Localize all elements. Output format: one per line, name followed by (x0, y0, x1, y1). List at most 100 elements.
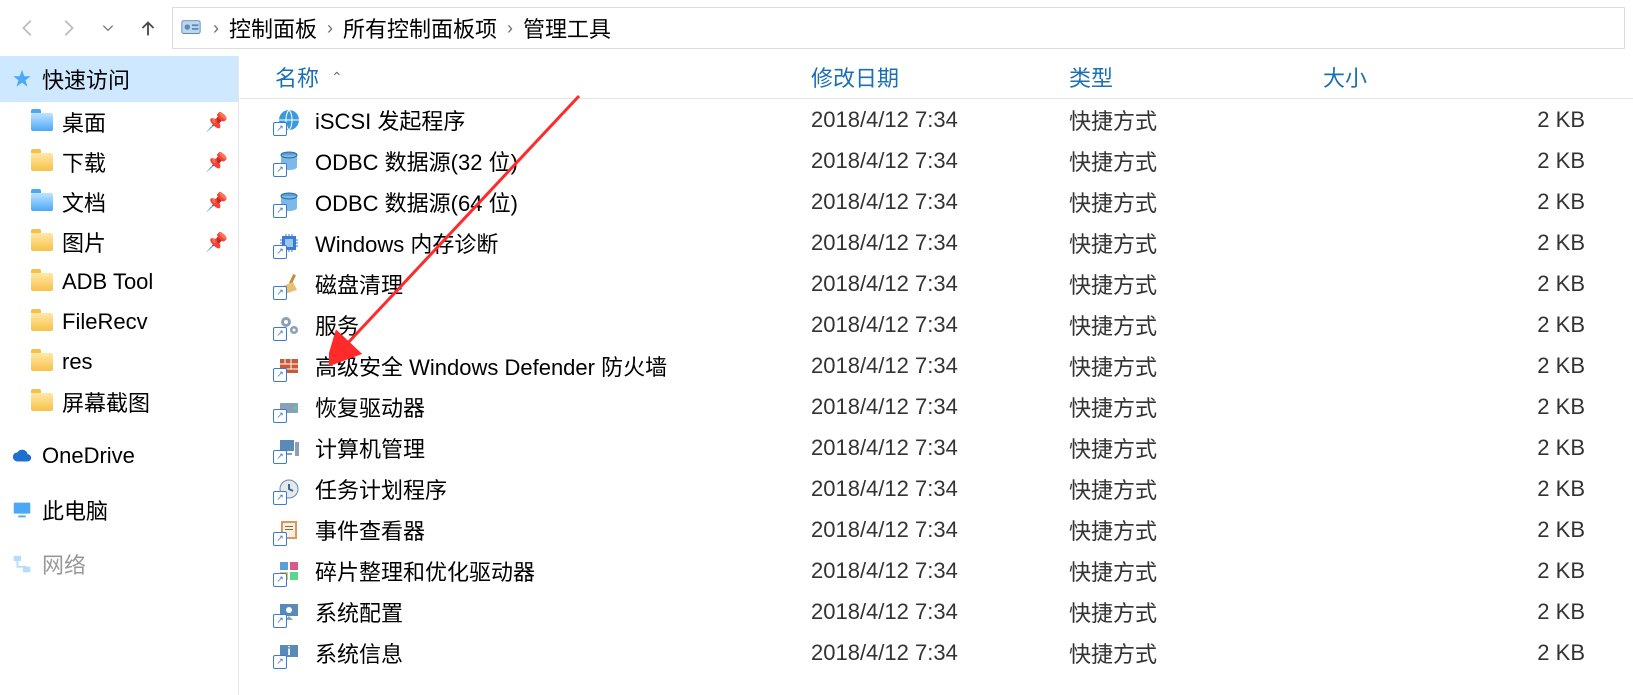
sort-indicator: ⌃ (331, 69, 343, 86)
db-icon: ↗ (275, 188, 303, 216)
cell-type: 快捷方式 (1069, 268, 1323, 300)
pin-icon: 📌 (206, 192, 228, 213)
nav-pinned-item[interactable]: 图片 📌 (0, 222, 238, 262)
folder-icon (30, 190, 54, 214)
cell-name: ↗ ODBC 数据源(64 位) (275, 186, 811, 218)
quick-access[interactable]: 快速访问 (0, 56, 238, 102)
column-name[interactable]: 名称 ⌃ (275, 61, 811, 93)
file-row[interactable]: ↗ ODBC 数据源(32 位) 2018/4/12 7:34 快捷方式 2 K… (239, 140, 1633, 181)
cell-type: 快捷方式 (1069, 104, 1323, 136)
cloud-icon (10, 444, 34, 468)
file-row[interactable]: ↗ 碎片整理和优化驱动器 2018/4/12 7:34 快捷方式 2 KB (239, 550, 1633, 591)
nav-label: 下载 (62, 146, 106, 178)
cell-name: i↗ 系统信息 (275, 637, 811, 669)
cell-size: 2 KB (1323, 517, 1633, 543)
file-row[interactable]: ↗ 高级安全 Windows Defender 防火墙 2018/4/12 7:… (239, 345, 1633, 386)
nav-recent-item[interactable]: 屏幕截图 (0, 382, 238, 422)
column-type[interactable]: 类型 (1069, 61, 1323, 93)
cell-size: 2 KB (1323, 476, 1633, 502)
cell-size: 2 KB (1323, 312, 1633, 338)
book-icon: ↗ (275, 516, 303, 544)
cell-date: 2018/4/12 7:34 (811, 312, 1069, 338)
control-panel-icon (179, 16, 203, 40)
file-row[interactable]: ↗ 任务计划程序 2018/4/12 7:34 快捷方式 2 KB (239, 468, 1633, 509)
cell-name: ↗ 恢复驱动器 (275, 391, 811, 423)
breadcrumb[interactable]: 控制面板 (229, 12, 317, 44)
file-name: 高级安全 Windows Defender 防火墙 (315, 350, 667, 382)
cell-type: 快捷方式 (1069, 350, 1323, 382)
arrow-right-icon (57, 17, 79, 39)
this-pc[interactable]: 此电脑 (0, 490, 238, 530)
cell-date: 2018/4/12 7:34 (811, 230, 1069, 256)
cell-name: ↗ 高级安全 Windows Defender 防火墙 (275, 350, 811, 382)
file-row[interactable]: ↗ 服务 2018/4/12 7:34 快捷方式 2 KB (239, 304, 1633, 345)
arrow-left-icon (17, 17, 39, 39)
onedrive[interactable]: OneDrive (0, 436, 238, 476)
explorer-window: › 控制面板 › 所有控制面板项 › 管理工具 快速访问 桌面 📌 下载 📌 文… (0, 0, 1633, 695)
folder-icon (30, 230, 54, 254)
cell-type: 快捷方式 (1069, 555, 1323, 587)
chevron-down-icon (101, 21, 115, 35)
chevron-right-icon: › (209, 18, 223, 39)
nav-pinned-item[interactable]: 下载 📌 (0, 142, 238, 182)
file-row[interactable]: i↗ 系统信息 2018/4/12 7:34 快捷方式 2 KB (239, 632, 1633, 673)
nav-recent-item[interactable]: ADB Tool (0, 262, 238, 302)
nav-label: OneDrive (42, 443, 135, 469)
info-icon: i↗ (275, 639, 303, 667)
cell-size: 2 KB (1323, 599, 1633, 625)
cell-size: 2 KB (1323, 558, 1633, 584)
cell-type: 快捷方式 (1069, 514, 1323, 546)
cell-size: 2 KB (1323, 271, 1633, 297)
file-row[interactable]: ↗ 事件查看器 2018/4/12 7:34 快捷方式 2 KB (239, 509, 1633, 550)
up-button[interactable] (128, 8, 168, 48)
nav-pinned-item[interactable]: 文档 📌 (0, 182, 238, 222)
cell-name: ↗ ODBC 数据源(32 位) (275, 145, 811, 177)
file-row[interactable]: ↗ ODBC 数据源(64 位) 2018/4/12 7:34 快捷方式 2 K… (239, 181, 1633, 222)
file-row[interactable]: ↗ 恢复驱动器 2018/4/12 7:34 快捷方式 2 KB (239, 386, 1633, 427)
globe-icon: ↗ (275, 106, 303, 134)
cell-size: 2 KB (1323, 394, 1633, 420)
main-area: 快速访问 桌面 📌 下载 📌 文档 📌 图片 📌 ADB Tool FileRe… (0, 56, 1633, 695)
cell-name: ↗ Windows 内存诊断 (275, 227, 811, 259)
wall-icon: ↗ (275, 352, 303, 380)
file-name: iSCSI 发起程序 (315, 104, 465, 136)
column-size[interactable]: 大小 (1323, 61, 1633, 93)
address-bar: › 控制面板 › 所有控制面板项 › 管理工具 (0, 0, 1633, 56)
cell-date: 2018/4/12 7:34 (811, 558, 1069, 584)
file-row[interactable]: ↗ 系统配置 2018/4/12 7:34 快捷方式 2 KB (239, 591, 1633, 632)
nav-label: 桌面 (62, 106, 106, 138)
breadcrumb[interactable]: 所有控制面板项 (343, 12, 497, 44)
file-rows: ↗ iSCSI 发起程序 2018/4/12 7:34 快捷方式 2 KB ↗ … (239, 99, 1633, 695)
tool-icon: ↗ (275, 598, 303, 626)
file-name: ODBC 数据源(32 位) (315, 145, 518, 177)
folder-icon (30, 270, 54, 294)
nav-pinned-item[interactable]: 桌面 📌 (0, 102, 238, 142)
nav-recent-item[interactable]: res (0, 342, 238, 382)
forward-button[interactable] (48, 8, 88, 48)
file-row[interactable]: ↗ Windows 内存诊断 2018/4/12 7:34 快捷方式 2 KB (239, 222, 1633, 263)
cell-date: 2018/4/12 7:34 (811, 640, 1069, 666)
address-box[interactable]: › 控制面板 › 所有控制面板项 › 管理工具 (172, 7, 1625, 49)
cell-date: 2018/4/12 7:34 (811, 189, 1069, 215)
breadcrumb[interactable]: 管理工具 (523, 12, 611, 44)
cell-date: 2018/4/12 7:34 (811, 476, 1069, 502)
cell-name: ↗ 任务计划程序 (275, 473, 811, 505)
cell-size: 2 KB (1323, 148, 1633, 174)
cell-size: 2 KB (1323, 230, 1633, 256)
file-row[interactable]: ↗ 计算机管理 2018/4/12 7:34 快捷方式 2 KB (239, 427, 1633, 468)
nav-label: 图片 (62, 226, 106, 258)
file-row[interactable]: ↗ iSCSI 发起程序 2018/4/12 7:34 快捷方式 2 KB (239, 99, 1633, 140)
file-row[interactable]: ↗ 磁盘清理 2018/4/12 7:34 快捷方式 2 KB (239, 263, 1633, 304)
nav-label: 屏幕截图 (62, 386, 150, 418)
chevron-right-icon: › (503, 18, 517, 39)
chevron-right-icon: › (323, 18, 337, 39)
nav-recent-item[interactable]: FileRecv (0, 302, 238, 342)
back-button[interactable] (8, 8, 48, 48)
column-date[interactable]: 修改日期 (811, 61, 1069, 93)
file-name: 任务计划程序 (315, 473, 447, 505)
nav-label: ADB Tool (62, 269, 153, 295)
folder-icon (30, 310, 54, 334)
cell-name: ↗ 磁盘清理 (275, 268, 811, 300)
recent-locations-button[interactable] (88, 8, 128, 48)
network[interactable]: 网络 (0, 544, 238, 584)
